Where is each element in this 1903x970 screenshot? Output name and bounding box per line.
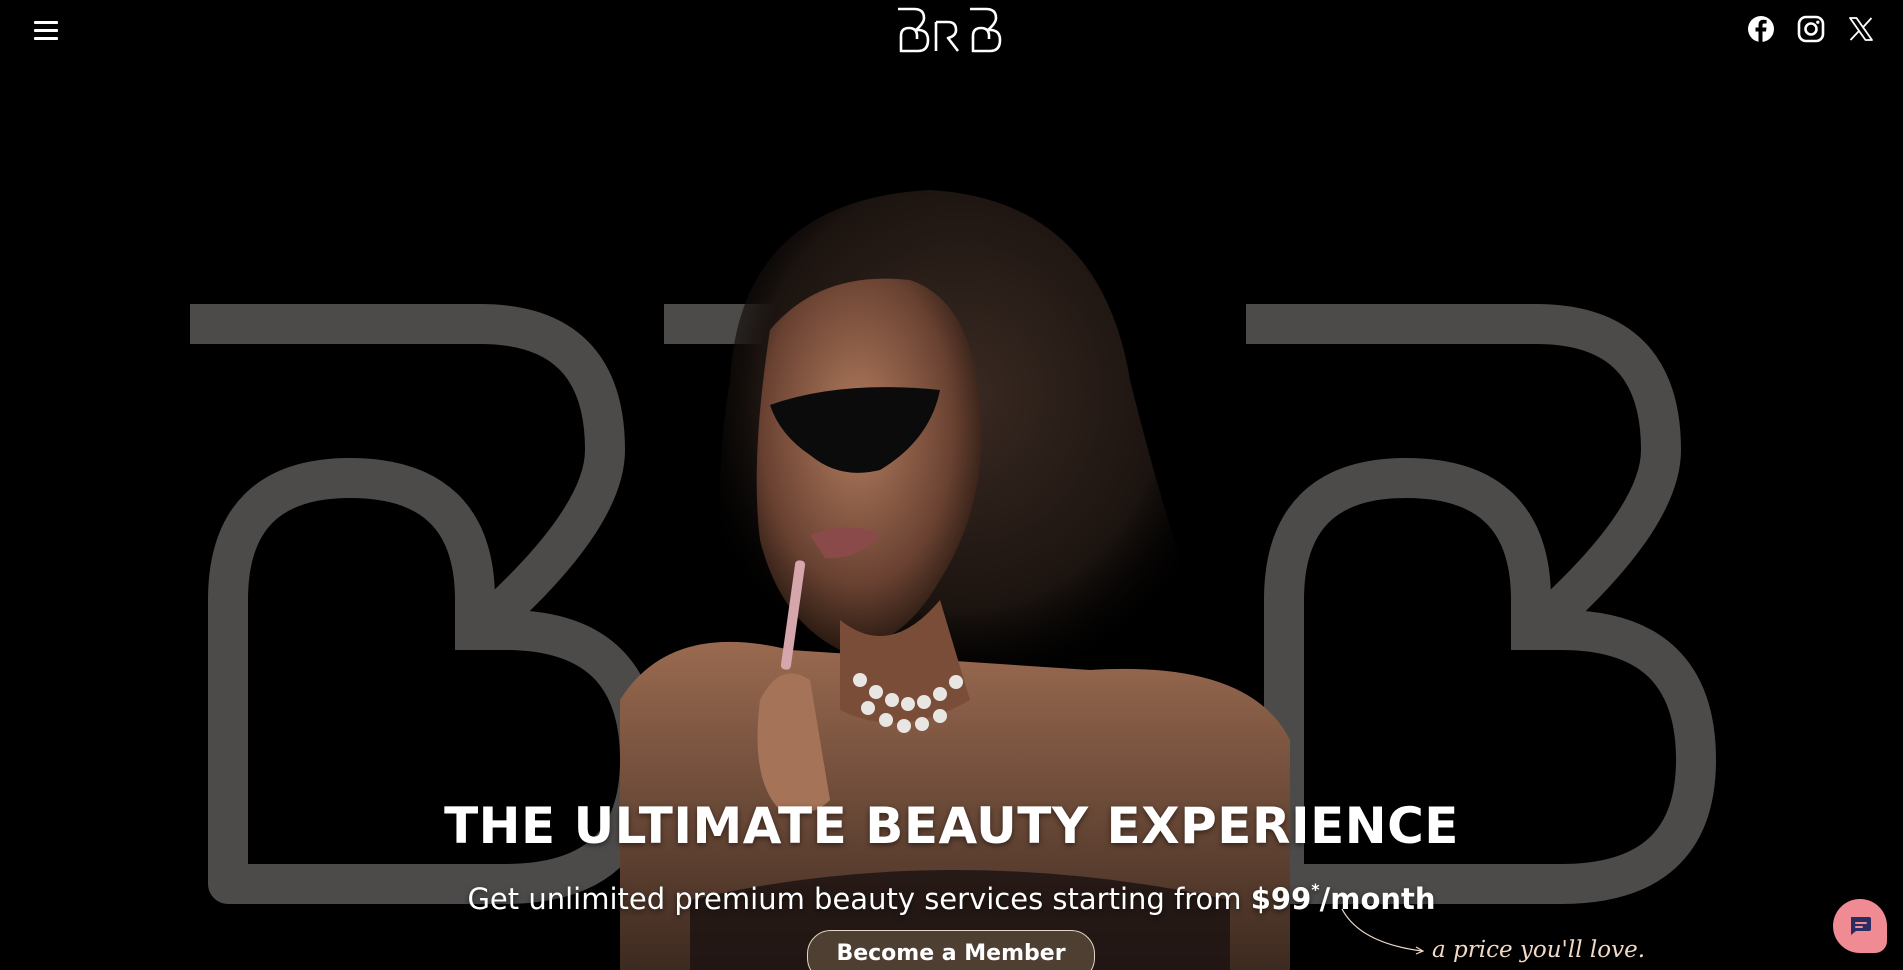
facebook-icon[interactable] xyxy=(1746,14,1776,44)
hero-title: THE ULTIMATE BEAUTY EXPERIENCE xyxy=(444,797,1459,855)
chat-button[interactable] xyxy=(1833,899,1887,953)
tagline-arrow-icon xyxy=(1341,908,1425,955)
hero-subtitle: Get unlimited premium beauty services st… xyxy=(0,870,1903,919)
chat-bubble-icon xyxy=(1851,917,1871,935)
price-footnote-mark: * xyxy=(1311,880,1320,899)
hamburger-menu-icon[interactable] xyxy=(34,20,58,40)
tagline-text: a price you'll love. xyxy=(1432,937,1646,963)
hero-subtitle-text: Get unlimited premium beauty services st… xyxy=(467,882,1251,916)
brb-logo[interactable] xyxy=(896,6,1009,54)
x-twitter-icon[interactable] xyxy=(1846,14,1876,44)
instagram-icon[interactable] xyxy=(1796,14,1826,44)
become-member-button[interactable]: Become a Member xyxy=(807,930,1095,970)
hero-price: $99 xyxy=(1250,882,1312,916)
page: THE ULTIMATE BEAUTY EXPERIENCE Get unlim… xyxy=(0,0,1903,970)
